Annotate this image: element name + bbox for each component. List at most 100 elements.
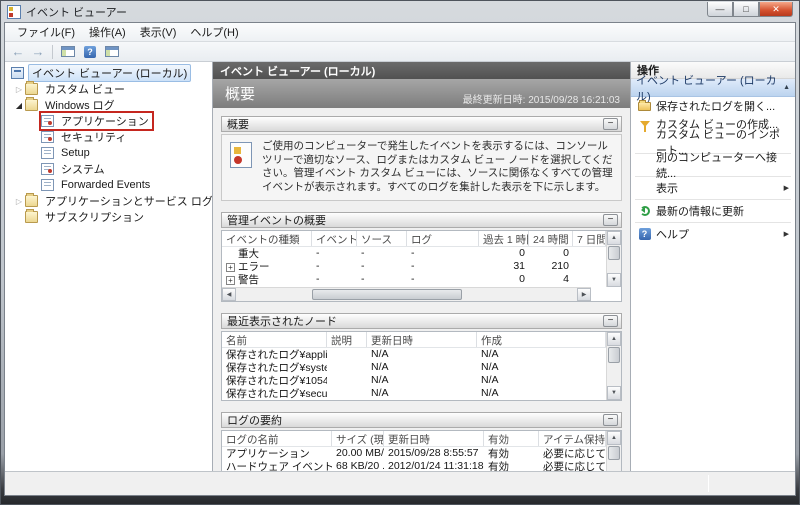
vertical-scrollbar[interactable]: ▲ ▼ <box>606 331 621 400</box>
column-header[interactable]: 24 時間 <box>529 230 573 246</box>
overview-content: ご使用のコンピューターで発生したイベントを表示するには、コンソール ツリーで適切… <box>221 134 622 201</box>
table-row[interactable]: 保存されたログ¥security N/A N/A <box>222 387 606 400</box>
subscriptions-icon <box>25 209 38 223</box>
title-bar[interactable]: イベント ビューアー — □ ✕ <box>1 1 799 22</box>
security-log-icon <box>41 131 54 143</box>
menu-help[interactable]: ヘルプ(H) <box>183 22 245 42</box>
scrollbar-thumb[interactable] <box>312 288 462 300</box>
tree-item-setup[interactable]: Setup <box>7 145 212 161</box>
table-row[interactable]: ハードウェア イベント 68 KB/20 ... 2012/01/24 11:3… <box>222 460 606 471</box>
scrollbar-thumb[interactable] <box>608 245 620 260</box>
refresh-icon <box>637 206 652 216</box>
scrollbar-thumb[interactable] <box>608 445 620 460</box>
column-header[interactable]: 有効 <box>484 430 539 446</box>
column-header[interactable]: アイテム保持ポリシー <box>539 430 606 446</box>
horizontal-scrollbar[interactable]: ◀ ▶ <box>222 286 591 301</box>
action-pane-icon <box>105 46 119 57</box>
collapse-group-icon[interactable]: ▲ <box>783 84 790 91</box>
action-refresh[interactable]: 最新の情報に更新 <box>631 202 795 220</box>
minimize-button[interactable]: — <box>707 2 733 17</box>
table-header-row: 名前 説明 更新日時 作成 <box>222 331 606 348</box>
column-header[interactable]: 名前 <box>222 331 327 347</box>
overview-banner: 概要 最終更新日時: 2015/09/28 16:21:03 <box>213 79 630 108</box>
tree-item-label: Setup <box>61 147 90 159</box>
collapse-button[interactable]: − <box>603 413 618 426</box>
back-button[interactable]: ← <box>9 44 27 60</box>
column-header[interactable]: ソース <box>357 230 407 246</box>
maximize-button[interactable]: □ <box>733 2 759 17</box>
action-open-saved-log[interactable]: 保存されたログを開く... <box>631 97 795 115</box>
column-header[interactable]: ログの名前 <box>222 430 332 446</box>
tree-item-forwarded-events[interactable]: Forwarded Events <box>7 177 212 193</box>
forward-button[interactable]: → <box>29 44 47 60</box>
scroll-down-arrow[interactable]: ▼ <box>607 385 621 400</box>
collapse-button[interactable]: − <box>603 213 618 226</box>
show-action-pane-button[interactable] <box>102 44 122 60</box>
tree-item-custom-views[interactable]: ▷ カスタム ビュー <box>7 81 212 97</box>
tree-item-subscriptions[interactable]: サブスクリプション <box>7 209 212 225</box>
menu-action[interactable]: 操作(A) <box>82 22 133 42</box>
action-connect-to-computer[interactable]: 別のコンピューターへ接続... <box>631 152 795 180</box>
expand-icon[interactable]: + <box>226 262 235 272</box>
forwarded-events-log-icon <box>41 179 54 191</box>
scroll-up-arrow[interactable]: ▲ <box>607 230 621 245</box>
help-button[interactable]: ? <box>80 44 100 60</box>
section-header-overview[interactable]: 概要 − <box>221 116 622 132</box>
vertical-scrollbar[interactable]: ▲ ▼ <box>606 230 621 287</box>
collapsed-expander-icon[interactable]: ▷ <box>13 85 25 94</box>
column-header[interactable]: 説明 <box>327 331 367 347</box>
actions-group-header[interactable]: イベント ビューアー (ローカル) ▲ <box>631 75 795 103</box>
tree-item-apps-services-logs[interactable]: ▷ アプリケーションとサービス ログ <box>7 193 212 209</box>
log-summary-table: ログの名前 サイズ (現... 更新日時 有効 アイテム保持ポリシー アプリケー… <box>221 429 622 471</box>
close-button[interactable]: ✕ <box>759 2 793 17</box>
tree-item-system[interactable]: システム <box>7 161 212 177</box>
scroll-up-arrow[interactable]: ▲ <box>607 331 621 346</box>
column-header[interactable]: 更新日時 <box>384 430 484 446</box>
toolbar-separator <box>52 44 53 59</box>
table-row[interactable]: + 警告 - - - 0 4 <box>222 273 606 286</box>
scroll-down-arrow[interactable]: ▼ <box>607 272 621 287</box>
section-header-log-summary[interactable]: ログの要約 − <box>221 411 622 428</box>
tree-item-label: Windows ログ <box>45 100 115 112</box>
column-header[interactable]: 過去 1 時間 <box>479 230 529 246</box>
actions-separator <box>635 222 791 223</box>
expanded-expander-icon[interactable]: ◢ <box>13 101 25 110</box>
scroll-right-arrow[interactable]: ▶ <box>577 287 591 301</box>
vertical-scrollbar[interactable]: ▲ ▼ <box>606 430 621 471</box>
scroll-left-arrow[interactable]: ◀ <box>222 287 236 301</box>
table-header-row: イベントの種類 イベント ID ソース ログ 過去 1 時間 24 時間 7 日… <box>222 230 606 247</box>
column-header[interactable]: ログ <box>407 230 479 246</box>
summary-pane: イベント ビューアー (ローカル) 概要 最終更新日時: 2015/09/28 … <box>213 62 630 471</box>
column-header[interactable]: サイズ (現... <box>332 430 384 446</box>
collapsed-expander-icon[interactable]: ▷ <box>13 197 25 206</box>
expand-icon[interactable]: + <box>226 275 235 285</box>
event-viewer-window: イベント ビューアー — □ ✕ ファイル(F) 操作(A) 表示(V) ヘルプ… <box>0 0 800 505</box>
collapse-button[interactable]: − <box>603 118 618 130</box>
banner-title: 概要 <box>225 86 256 103</box>
tree-item-root[interactable]: イベント ビューアー (ローカル) <box>7 64 212 82</box>
column-header[interactable]: イベント ID <box>312 230 357 246</box>
actions-separator <box>635 199 791 200</box>
collapse-button[interactable]: − <box>603 314 618 327</box>
column-header[interactable]: 7 日間 <box>573 230 606 246</box>
apps-services-folder-icon <box>25 193 38 207</box>
scroll-up-arrow[interactable]: ▲ <box>607 430 621 445</box>
section-header-admin-events[interactable]: 管理イベントの概要 − <box>221 211 622 228</box>
menu-view[interactable]: 表示(V) <box>133 22 184 42</box>
last-updated-text: 最終更新日時: 2015/09/28 16:21:03 <box>462 95 620 106</box>
tree-item-windows-logs[interactable]: ◢ Windows ログ <box>7 97 212 113</box>
tree-item-security[interactable]: セキュリティ <box>7 129 212 145</box>
action-view[interactable]: 表示 ▶ <box>631 179 795 197</box>
section-header-recent-nodes[interactable]: 最近表示されたノード − <box>221 312 622 329</box>
scrollbar-thumb[interactable] <box>608 346 620 363</box>
console-tree: イベント ビューアー (ローカル) ▷ カスタム ビュー ◢ Windows ロ… <box>5 62 213 471</box>
actions-pane: 操作 イベント ビューアー (ローカル) ▲ 保存されたログを開く... カスタ… <box>630 62 795 471</box>
column-header[interactable]: 作成 <box>477 331 606 347</box>
tree-item-application[interactable]: アプリケーション <box>7 111 212 131</box>
column-header[interactable]: イベントの種類 <box>222 230 312 246</box>
show-console-tree-button[interactable] <box>58 44 78 60</box>
menu-file[interactable]: ファイル(F) <box>10 22 82 42</box>
section-title: 概要 <box>227 119 249 131</box>
column-header[interactable]: 更新日時 <box>367 331 477 347</box>
action-help[interactable]: ? ヘルプ ▶ <box>631 225 795 243</box>
